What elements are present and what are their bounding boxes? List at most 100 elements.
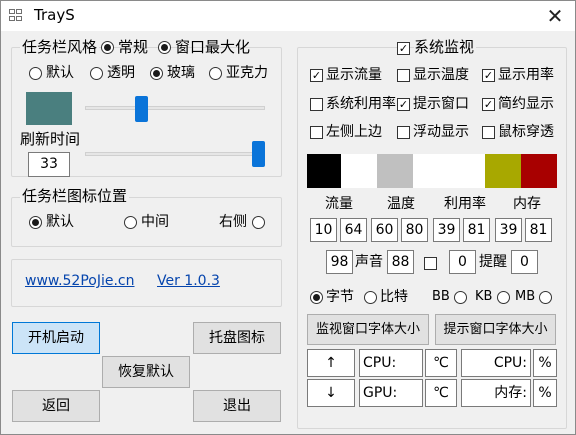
- show-usage-label: 显示用率: [498, 67, 554, 83]
- monitor-font-size-button[interactable]: 监视窗口字体大小: [307, 314, 429, 345]
- app-window-icon: [9, 9, 24, 23]
- temp-high-input[interactable]: 80: [401, 218, 428, 242]
- gpu-temp-unit-box: ℃: [425, 379, 457, 407]
- traffic-high-input[interactable]: 64: [340, 218, 367, 242]
- effect-default-radio[interactable]: [29, 67, 42, 80]
- memory-low-input[interactable]: 39: [495, 218, 522, 242]
- remind-value-input[interactable]: 0: [449, 250, 476, 274]
- color-swatch-high[interactable]: [449, 154, 485, 188]
- color-swatch-background[interactable]: [341, 154, 377, 188]
- temp-low-input[interactable]: 60: [371, 218, 398, 242]
- effect-glass-label: 玻璃: [167, 65, 195, 81]
- color-swatch-mid[interactable]: [413, 154, 449, 188]
- color-swatch-low[interactable]: [377, 154, 413, 188]
- color-swatch-text[interactable]: [307, 154, 341, 188]
- effect-transparent-radio[interactable]: [90, 67, 103, 80]
- color-preview[interactable]: [26, 92, 72, 125]
- up-arrow-icon[interactable]: ↑: [307, 349, 355, 377]
- icon-position-center-label: 中间: [141, 214, 169, 230]
- usage-high-input[interactable]: 81: [463, 218, 490, 242]
- style-mode-maximized-radio[interactable]: [158, 41, 171, 54]
- unit-bb-radio[interactable]: [454, 291, 467, 304]
- mouse-passthrough-checkbox[interactable]: [482, 126, 495, 139]
- icon-position-right-label: 右侧: [219, 214, 247, 230]
- effect-default-label: 默认: [46, 65, 74, 81]
- tray-icon-button[interactable]: 托盘图标: [193, 322, 281, 354]
- effect-acrylic-radio[interactable]: [209, 67, 222, 80]
- show-traffic-label: 显示流量: [326, 67, 382, 83]
- effect-acrylic-label: 亚克力: [226, 65, 268, 81]
- sound-label: 声音: [355, 254, 383, 270]
- version-link[interactable]: Ver 1.0.3: [157, 273, 220, 289]
- unit-kb-radio[interactable]: [497, 291, 510, 304]
- refresh-slider-track[interactable]: [85, 152, 265, 156]
- unit-kb-label: KB: [475, 289, 493, 304]
- unit-bit-radio[interactable]: [364, 291, 377, 304]
- restore-defaults-button[interactable]: 恢复默认: [102, 356, 190, 388]
- autostart-button[interactable]: 开机启动: [12, 322, 100, 354]
- alert-threshold-input[interactable]: 98: [326, 250, 353, 274]
- style-mode-normal-radio[interactable]: [101, 41, 114, 54]
- unit-byte-label: 字节: [326, 289, 354, 305]
- unit-bit-label: 比特: [380, 289, 408, 305]
- system-monitor-label: 系统监视: [414, 38, 477, 56]
- left-top-label: 左侧上边: [326, 124, 382, 140]
- back-button[interactable]: 返回: [12, 390, 100, 422]
- style-mode-normal-label: 常规: [118, 38, 149, 56]
- unit-byte-radio[interactable]: [310, 291, 323, 304]
- cpu-temp-unit-box: ℃: [425, 349, 457, 377]
- effect-transparent-label: 透明: [107, 65, 135, 81]
- memory-percent-box: %: [533, 379, 557, 407]
- remind-count-input[interactable]: 0: [511, 250, 538, 274]
- sound-checkbox[interactable]: [424, 257, 437, 270]
- title-bar: TrayS ✕: [1, 1, 575, 31]
- refresh-time-label: 刷新时间: [20, 130, 81, 148]
- system-monitor-checkbox[interactable]: [397, 42, 410, 55]
- refresh-time-input[interactable]: 33: [28, 152, 70, 177]
- unit-mb-label: MB: [515, 289, 536, 304]
- usage-low-input[interactable]: 39: [433, 218, 460, 242]
- traffic-header: 流量: [325, 196, 353, 212]
- icon-position-heading: 任务栏图标位置: [20, 187, 130, 205]
- website-link[interactable]: www.52PoJie.cn: [25, 273, 135, 289]
- show-usage-checkbox[interactable]: [482, 69, 495, 82]
- exit-button[interactable]: 退出: [193, 390, 281, 422]
- sound-value-input[interactable]: 88: [387, 250, 414, 274]
- cpu-usage-label-box: CPU:: [461, 349, 531, 377]
- traffic-low-input[interactable]: 10: [310, 218, 337, 242]
- effect-glass-radio[interactable]: [150, 67, 163, 80]
- system-utilization-label: 系统利用率: [326, 96, 396, 112]
- icon-position-default-label: 默认: [46, 214, 74, 230]
- memory-label-box: 内存:: [461, 379, 531, 407]
- system-utilization-checkbox[interactable]: [310, 98, 323, 111]
- opacity-slider-thumb[interactable]: [135, 96, 149, 122]
- compact-display-label: 简约显示: [498, 96, 554, 112]
- color-swatch-warn[interactable]: [485, 154, 521, 188]
- style-mode-maximized-label: 窗口最大化: [175, 38, 251, 56]
- refresh-slider-thumb[interactable]: [252, 141, 265, 167]
- show-temperature-checkbox[interactable]: [397, 69, 410, 82]
- tip-window-checkbox[interactable]: [397, 98, 410, 111]
- trays-window: TrayS ✕ 任务栏风格 常规 窗口最大化 默认 透明 玻璃 亚克力 刷新时间…: [0, 0, 576, 435]
- compact-display-checkbox[interactable]: [482, 98, 495, 111]
- taskbar-style-heading: 任务栏风格: [20, 38, 100, 56]
- color-swatch-alert[interactable]: [521, 154, 557, 188]
- floating-display-checkbox[interactable]: [397, 126, 410, 139]
- window-title: TrayS: [34, 6, 75, 24]
- show-temperature-label: 显示温度: [413, 67, 469, 83]
- cpu-label-box: CPU:: [359, 349, 423, 377]
- left-top-checkbox[interactable]: [310, 126, 323, 139]
- icon-position-right-radio[interactable]: [252, 216, 265, 229]
- show-traffic-checkbox[interactable]: [310, 69, 323, 82]
- tip-font-size-button[interactable]: 提示窗口字体大小: [435, 314, 556, 345]
- down-arrow-icon[interactable]: ↓: [307, 379, 355, 407]
- unit-bb-label: BB: [432, 289, 450, 304]
- opacity-slider-track[interactable]: [85, 106, 265, 110]
- memory-high-input[interactable]: 81: [525, 218, 552, 242]
- unit-mb-state-radio[interactable]: [539, 291, 552, 304]
- icon-position-center-radio[interactable]: [124, 216, 137, 229]
- cpu-percent-box: %: [533, 349, 557, 377]
- remind-label: 提醒: [479, 254, 507, 270]
- icon-position-default-radio[interactable]: [29, 216, 42, 229]
- close-icon[interactable]: ✕: [533, 1, 576, 31]
